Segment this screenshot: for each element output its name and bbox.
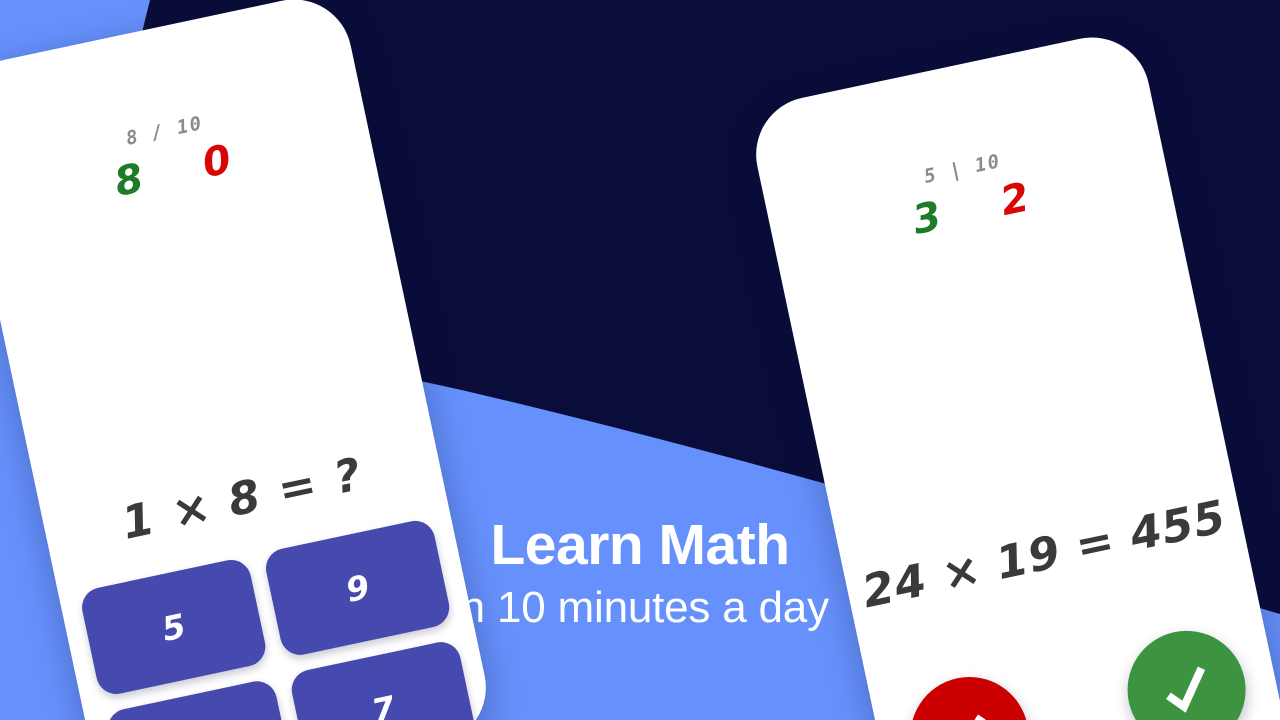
equation-statement: 24 × 19 = 455 — [857, 489, 1231, 619]
true-answer-button[interactable] — [1116, 619, 1257, 720]
wrong-count: 2 — [996, 174, 1034, 226]
true-false-answer-row[interactable] — [899, 619, 1257, 720]
correct-count: 8 — [110, 155, 148, 206]
score-block-left: 8 / 10 8 0 — [0, 79, 373, 233]
wrong-count: 0 — [198, 136, 236, 188]
promo-screenshot: 8 / 10 8 0 1 × 8 = ? 5 9 8 7 5 | 10 3 2 … — [0, 0, 1280, 720]
score-block-right: 5 | 10 3 2 — [764, 117, 1170, 271]
check-icon — [1150, 653, 1224, 720]
keypad-key-2[interactable]: 9 — [262, 517, 453, 659]
correct-count: 3 — [908, 193, 946, 244]
number-keypad[interactable]: 5 9 8 7 — [78, 517, 479, 720]
false-answer-button[interactable] — [899, 666, 1040, 720]
keypad-key-1[interactable]: 5 — [78, 556, 270, 698]
cross-icon — [935, 702, 1004, 720]
